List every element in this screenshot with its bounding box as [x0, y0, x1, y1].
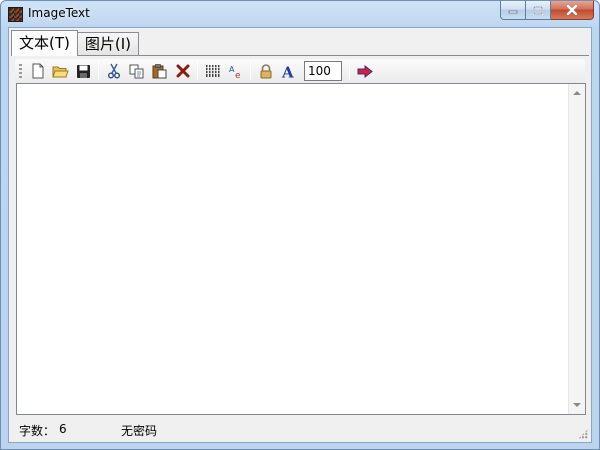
title-bar[interactable]: ImageText [1, 1, 599, 27]
scroll-down-icon[interactable] [573, 403, 581, 407]
text-editor[interactable] [16, 83, 586, 415]
window-controls [500, 1, 594, 21]
svg-text:e: e [235, 71, 241, 79]
char-count-label: 字数： [19, 424, 56, 438]
tab-image[interactable]: 图片(I) [76, 32, 140, 56]
toolbar-separator [250, 62, 251, 80]
char-count-value: 6 [59, 422, 67, 436]
maximize-button[interactable] [526, 1, 551, 20]
toolbar-separator [98, 62, 99, 80]
toolbar: Ae A 100 [15, 59, 585, 83]
scroll-up-icon[interactable] [573, 91, 581, 95]
save-icon [77, 64, 90, 78]
new-file-icon [32, 63, 43, 79]
paste-icon [152, 64, 166, 79]
vertical-scrollbar[interactable] [568, 84, 585, 414]
go-button[interactable] [353, 60, 376, 82]
spellcheck-icon: Ae [229, 65, 241, 79]
toolbar-grip[interactable] [19, 64, 22, 78]
resize-grip-icon[interactable] [578, 429, 588, 439]
paste-button[interactable] [148, 60, 171, 82]
cut-button[interactable] [102, 60, 125, 82]
tab-strip: 文本(T) 图片(I) [11, 30, 140, 56]
lock-button[interactable] [254, 60, 277, 82]
font-icon: A [281, 64, 294, 79]
close-button[interactable] [551, 1, 594, 20]
save-button[interactable] [72, 60, 95, 82]
grid-button[interactable] [201, 60, 224, 82]
app-window: ImageText 文本(T) 图片(I) A e A 100 字数： 6 无密… [0, 0, 600, 450]
lock-icon [260, 63, 271, 78]
status-bar: 字数： 6 无密码 [9, 417, 591, 442]
grid-icon [205, 65, 220, 77]
maximize-icon [533, 5, 543, 15]
tab-divider [11, 55, 589, 56]
toolbar-separator [197, 62, 198, 80]
copy-button[interactable] [125, 60, 148, 82]
client-area: 文本(T) 图片(I) A e A 100 字数： 6 无密码 [8, 27, 592, 443]
zoom-input[interactable]: 100 [304, 61, 342, 81]
app-icon[interactable] [8, 7, 23, 22]
delete-button[interactable] [171, 60, 194, 82]
toolbar-separator [349, 62, 350, 80]
window-title: ImageText [28, 6, 90, 20]
font-button[interactable]: A [277, 60, 300, 82]
spellcheck-button[interactable]: Ae [224, 60, 247, 82]
password-status: 无密码 [121, 424, 158, 438]
close-icon [566, 5, 578, 15]
minimize-button[interactable] [500, 1, 526, 20]
open-folder-icon [52, 66, 69, 77]
tab-text[interactable]: 文本(T) [11, 30, 78, 56]
svg-text:A: A [281, 64, 294, 79]
new-button[interactable] [26, 60, 49, 82]
open-button[interactable] [49, 60, 72, 82]
delete-icon [176, 64, 189, 78]
copy-icon [129, 64, 143, 78]
minimize-icon [508, 10, 518, 14]
cut-icon [107, 63, 120, 79]
arrow-right-icon [357, 64, 373, 78]
